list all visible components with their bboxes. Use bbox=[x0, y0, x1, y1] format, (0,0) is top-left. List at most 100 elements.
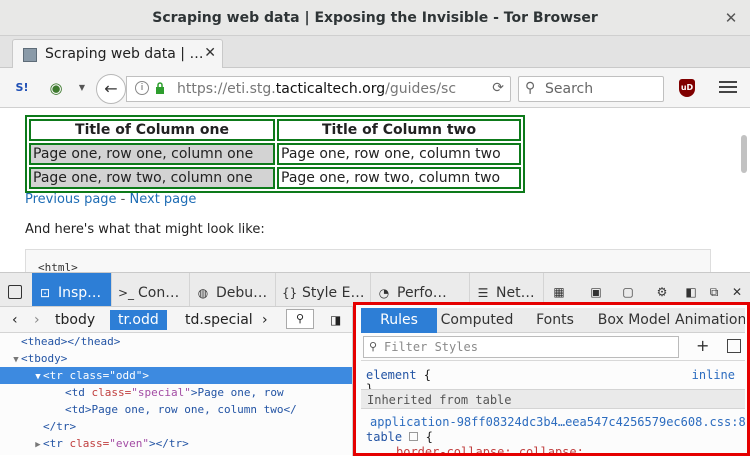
table-cell: Page one, row one, column one bbox=[29, 143, 275, 165]
window-close-icon[interactable]: ✕ bbox=[722, 9, 740, 27]
table-row: Page one, row two, column one Page one, … bbox=[29, 167, 521, 189]
browser-tab[interactable]: Scraping web data | … ✕ bbox=[12, 39, 223, 69]
toggle-pseudo-class-icon[interactable] bbox=[727, 339, 741, 353]
search-placeholder: Search bbox=[545, 81, 594, 97]
tab-close-icon[interactable]: ✕ bbox=[204, 45, 216, 61]
search-icon: ⚲ bbox=[525, 80, 536, 96]
tab-fonts[interactable]: Fonts bbox=[517, 308, 593, 333]
info-icon[interactable]: i bbox=[135, 81, 149, 95]
tab-label: Style E… bbox=[302, 285, 365, 301]
previous-page-link[interactable]: Previous page bbox=[25, 192, 117, 207]
markup-tag-end: >Page one, row bbox=[190, 386, 284, 399]
sidebar-toggle-icon[interactable]: ◨ bbox=[330, 310, 341, 330]
breadcrumb-item[interactable]: tbody bbox=[55, 310, 95, 330]
table-header-row: Title of Column one Title of Column two bbox=[29, 119, 521, 141]
breadcrumb-separator-icon: › bbox=[34, 312, 40, 328]
filter-styles-input[interactable]: ⚲ Filter Styles bbox=[363, 336, 679, 358]
stylesheet-source-link[interactable]: application-98ff08324dc3b4…eea547c425657… bbox=[370, 415, 746, 429]
page-scrollbar[interactable] bbox=[738, 109, 750, 272]
devtools-panel: ⊡ Insp… >_ Con… ◍ Debu… {} Style E… ◔ Perfo… … bbox=[0, 272, 750, 456]
tab-computed[interactable]: Computed bbox=[439, 308, 515, 333]
rule-open-brace: { bbox=[418, 430, 433, 444]
markup-text: <tbody> bbox=[21, 352, 68, 365]
search-icon: ⚲ bbox=[369, 340, 378, 353]
scratchpad-icon[interactable]: ▣ bbox=[589, 285, 603, 299]
filter-placeholder: Filter Styles bbox=[384, 340, 478, 354]
url-prefix: https://eti.stg. bbox=[177, 81, 276, 97]
markup-text: </tr> bbox=[43, 420, 77, 433]
table-cell: Page one, row one, column two bbox=[277, 143, 521, 165]
markup-line[interactable]: ▼ <tbody> bbox=[0, 350, 352, 367]
markup-pane: ‹ › tbody tr.odd td.special › ⚲ ◨ <thead… bbox=[0, 307, 353, 456]
url-text[interactable]: https://eti.stg.tacticaltech.org/guides/… bbox=[177, 81, 457, 97]
reload-icon[interactable]: ⟳ bbox=[492, 80, 504, 96]
tab-console[interactable]: >_ Con… bbox=[112, 273, 190, 306]
markup-line[interactable]: <td class="special">Page one, row bbox=[0, 384, 352, 401]
ublock-icon[interactable]: uD bbox=[679, 79, 695, 97]
breadcrumb-item[interactable]: td.special bbox=[185, 310, 253, 330]
markup-tree: <thead></thead> ▼ <tbody> ▼ <tr class="odd">… bbox=[0, 333, 352, 456]
markup-attr-name: class= bbox=[69, 369, 110, 382]
markup-line[interactable]: <td>Page one, row one, column two</ bbox=[0, 401, 352, 418]
next-page-link[interactable]: Next page bbox=[130, 192, 197, 207]
tor-onion-icon[interactable]: ◉ bbox=[46, 78, 66, 98]
markup-attr-name: class= bbox=[69, 437, 110, 450]
element-rule-header: element { bbox=[366, 368, 431, 382]
markup-line[interactable]: </tr> bbox=[0, 418, 352, 435]
url-bar[interactable]: i https://eti.stg.tacticaltech.org/guide… bbox=[126, 76, 511, 102]
markup-line[interactable]: <thead></thead> bbox=[0, 333, 352, 350]
search-bar[interactable]: ⚲ Search bbox=[518, 76, 664, 102]
rule-source-link[interactable]: inline bbox=[692, 368, 735, 382]
pagination: Previous page - Next page bbox=[25, 192, 196, 207]
markup-search-icon[interactable]: ⚲ bbox=[286, 309, 314, 329]
undock-icon[interactable]: ⧉ bbox=[707, 285, 721, 299]
markup-line[interactable]: </tbody> bbox=[0, 452, 352, 456]
markup-line[interactable]: ▶ <tr class="even"></tr> bbox=[0, 435, 352, 452]
favicon-icon bbox=[23, 48, 37, 62]
filter-bar: ⚲ Filter Styles + bbox=[361, 335, 745, 361]
tab-box-model[interactable]: Box Model bbox=[595, 308, 673, 333]
rule-open-brace: { bbox=[416, 368, 432, 382]
tab-rules[interactable]: Rules bbox=[361, 308, 437, 333]
markup-text: <thead></thead> bbox=[21, 335, 121, 348]
markup-tag-end: ></tr> bbox=[149, 437, 189, 450]
tab-debugger[interactable]: ◍ Debu… bbox=[190, 273, 276, 306]
devtools-close-icon[interactable]: ✕ bbox=[730, 285, 744, 299]
dock-side-icon[interactable]: ◧ bbox=[684, 285, 698, 299]
markup-tag: <tr bbox=[43, 437, 70, 450]
breadcrumb-item-selected[interactable]: tr.odd bbox=[110, 310, 167, 330]
noscript-icon[interactable]: S! bbox=[12, 78, 32, 98]
tab-label: Con… bbox=[138, 285, 180, 301]
tab-inspector[interactable]: ⊡ Insp… bbox=[32, 273, 112, 306]
element-picker-icon[interactable] bbox=[8, 285, 22, 299]
markup-line-selected[interactable]: ▼ <tr class="odd"> bbox=[0, 367, 352, 384]
window-titlebar: Scraping web data | Exposing the Invisib… bbox=[0, 0, 750, 36]
breadcrumb-forward-icon[interactable]: › bbox=[262, 310, 268, 330]
breadcrumb-back-icon[interactable]: ‹ bbox=[12, 310, 18, 330]
scrollbar-thumb[interactable] bbox=[741, 135, 747, 173]
tab-strip: Scraping web data | … ✕ + bbox=[0, 36, 750, 99]
tab-label: Insp… bbox=[58, 285, 102, 301]
tab-title: Scraping web data | … bbox=[45, 46, 204, 62]
rule-declaration: border-collapse: collapse; bbox=[396, 445, 584, 456]
url-domain: tacticaltech.org bbox=[275, 81, 386, 97]
table-cell: Page one, row two, column two bbox=[277, 167, 521, 189]
markup-tag: <td bbox=[65, 386, 92, 399]
settings-gear-icon[interactable]: ⚙ bbox=[655, 285, 669, 299]
table-cell: Page one, row two, column one bbox=[29, 167, 275, 189]
code-block: <html> bbox=[25, 249, 711, 272]
dropdown-chevron-icon[interactable]: ▼ bbox=[72, 78, 92, 98]
rule-highlight-icon[interactable] bbox=[409, 432, 419, 441]
hamburger-menu-icon[interactable] bbox=[719, 78, 737, 98]
responsive-icon[interactable]: ▢ bbox=[621, 285, 635, 299]
navigation-toolbar: S! ◉ ▼ ← i https://eti.stg.tacticaltech.… bbox=[0, 68, 750, 108]
tab-animations[interactable]: Animations bbox=[675, 308, 745, 333]
tab-label: Net… bbox=[496, 285, 535, 301]
markup-tag: <tr bbox=[43, 369, 70, 382]
back-button[interactable]: ← bbox=[96, 74, 126, 104]
add-rule-icon[interactable]: + bbox=[696, 336, 709, 355]
markup-attr-value: "odd" bbox=[109, 369, 143, 382]
page-content: Title of Column one Title of Column two … bbox=[0, 109, 750, 272]
breadcrumb: ‹ › tbody tr.odd td.special › ⚲ ◨ bbox=[0, 307, 352, 333]
toolbox-options-icon[interactable]: ▦ bbox=[552, 285, 566, 299]
